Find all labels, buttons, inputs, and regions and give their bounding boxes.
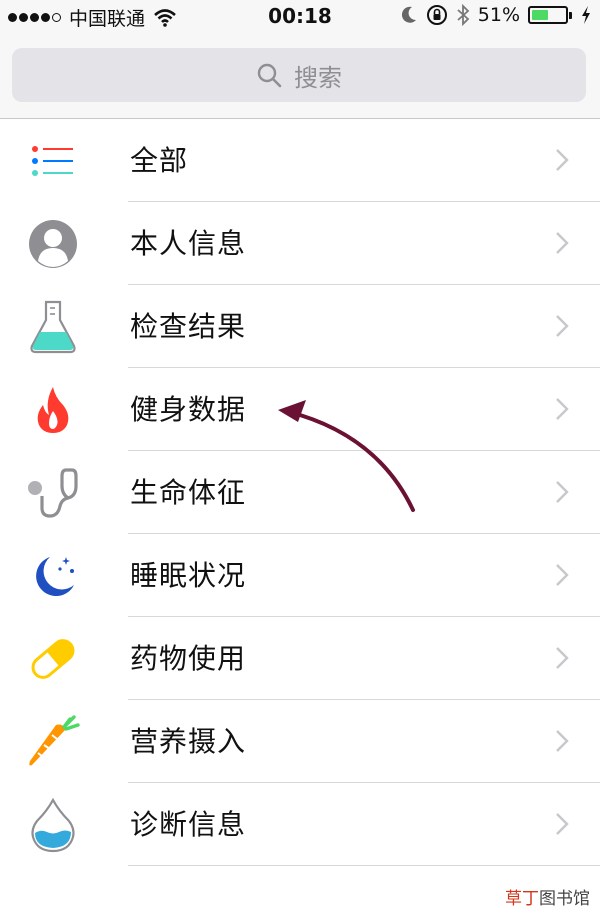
- list-icon: [25, 133, 81, 189]
- chevron-right-icon: [556, 730, 569, 752]
- category-row-all[interactable]: 全部: [0, 119, 600, 202]
- moon-stars-icon: [25, 548, 81, 604]
- flame-icon: [25, 382, 81, 438]
- category-label: 全部: [130, 144, 189, 177]
- category-label: 本人信息: [130, 227, 247, 260]
- status-bar: 中国联通 00:18 51%: [0, 0, 600, 36]
- category-label: 营养摄入: [130, 725, 247, 758]
- health-category-list: 全部 本人信息 检查结果 健身数据 生命体征 睡眠状况 药物使用 营养摄入 诊断…: [0, 119, 600, 866]
- search-bar: 搜索: [0, 36, 600, 119]
- search-input[interactable]: 搜索: [12, 48, 586, 102]
- chevron-right-icon: [556, 315, 569, 337]
- category-label: 检查结果: [130, 310, 247, 343]
- category-row-vital-signs[interactable]: 生命体征: [0, 451, 600, 534]
- carrot-icon: [25, 714, 81, 770]
- category-label: 诊断信息: [130, 808, 247, 841]
- search-icon: [257, 63, 282, 88]
- category-row-medication[interactable]: 药物使用: [0, 617, 600, 700]
- watermark: 草丁图书馆: [505, 889, 590, 909]
- chevron-right-icon: [556, 564, 569, 586]
- chevron-right-icon: [556, 398, 569, 420]
- charging-icon: [582, 6, 590, 24]
- stethoscope-icon: [25, 465, 81, 521]
- category-row-diagnosis[interactable]: 诊断信息: [0, 783, 600, 866]
- category-row-nutrition[interactable]: 营养摄入: [0, 700, 600, 783]
- category-label: 睡眠状况: [130, 559, 247, 592]
- chevron-right-icon: [556, 813, 569, 835]
- rotation-lock-icon: [426, 5, 447, 25]
- moon-icon: [401, 6, 416, 23]
- search-placeholder: 搜索: [294, 63, 342, 92]
- battery-icon: [528, 6, 572, 24]
- category-label: 药物使用: [130, 642, 247, 675]
- category-label: 生命体征: [130, 476, 247, 509]
- person-icon: [25, 216, 81, 272]
- category-row-test-results[interactable]: 检查结果: [0, 285, 600, 368]
- category-row-sleep[interactable]: 睡眠状况: [0, 534, 600, 617]
- category-row-fitness-data[interactable]: 健身数据: [0, 368, 600, 451]
- chevron-right-icon: [556, 481, 569, 503]
- flask-icon: [25, 299, 81, 355]
- category-label: 健身数据: [130, 393, 247, 426]
- chevron-right-icon: [556, 149, 569, 171]
- category-row-personal-info[interactable]: 本人信息: [0, 202, 600, 285]
- pill-icon: [25, 631, 81, 687]
- battery-percent: 51%: [477, 4, 520, 26]
- chevron-right-icon: [556, 647, 569, 669]
- chevron-right-icon: [556, 232, 569, 254]
- bluetooth-icon: [457, 4, 470, 26]
- water-drop-icon: [25, 797, 81, 853]
